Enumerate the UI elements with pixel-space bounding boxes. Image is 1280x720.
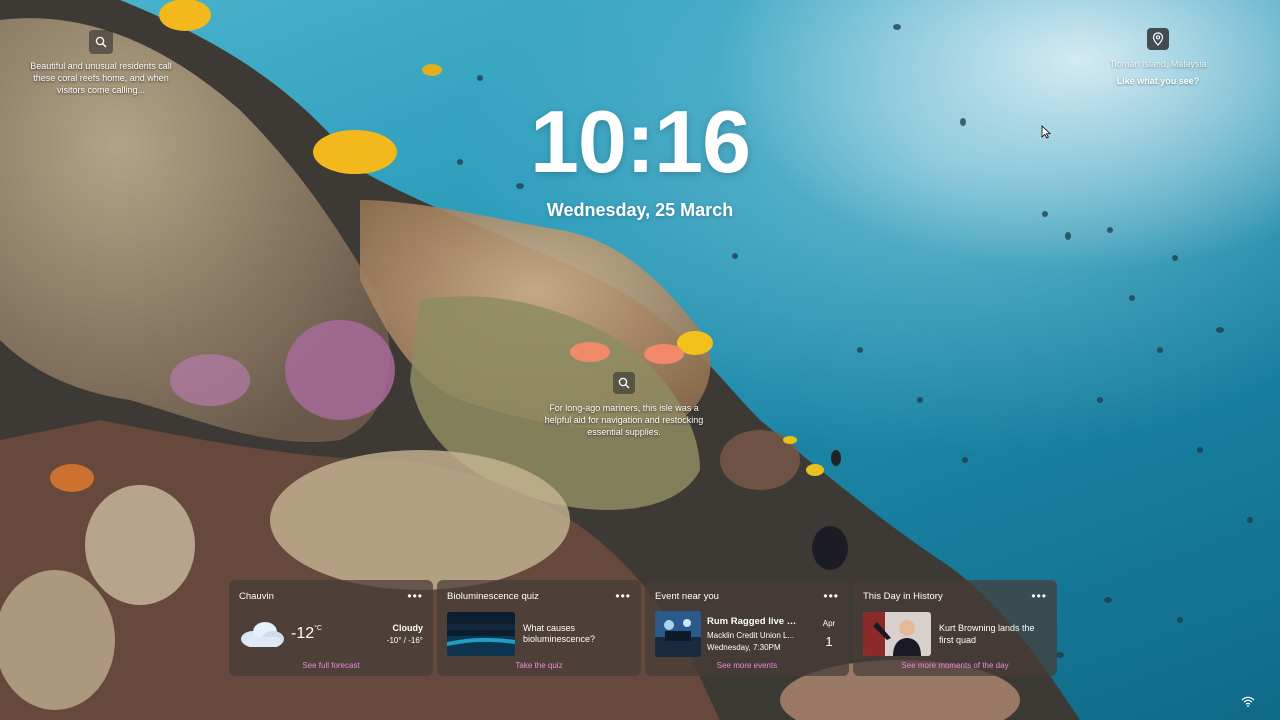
event-month: Apr bbox=[822, 619, 836, 628]
event-date: Apr 1 bbox=[819, 619, 839, 649]
mouse-cursor-icon bbox=[1041, 125, 1051, 139]
temperature-range: -10° / -16° bbox=[386, 636, 423, 645]
history-title: This Day in History bbox=[863, 590, 943, 602]
more-options-button[interactable]: ••• bbox=[615, 590, 631, 602]
like-what-you-see-link[interactable]: Like what you see? bbox=[1096, 76, 1220, 86]
history-thumbnail bbox=[863, 612, 931, 656]
weather-location: Chauvin bbox=[239, 590, 274, 602]
clock-date: Wednesday, 25 March bbox=[546, 200, 734, 220]
weather-temperature: -12°C bbox=[291, 625, 322, 643]
event-time: Wednesday, 7:30PM bbox=[707, 643, 781, 652]
wallpaper-location: Tioman Island, Malaysia Like what you se… bbox=[1096, 28, 1220, 86]
clock-time: 10:16 bbox=[529, 92, 751, 191]
event-thumbnail bbox=[655, 611, 701, 657]
search-icon bbox=[618, 377, 630, 389]
condition-label: Cloudy bbox=[392, 623, 424, 633]
quiz-title: Bioluminescence quiz bbox=[447, 590, 539, 602]
spotlight-info-center: For long-ago mariners, this isle was a h… bbox=[536, 372, 712, 438]
weather-condition: Cloudy -10° / -16° bbox=[387, 623, 423, 645]
quiz-thumbnail bbox=[447, 612, 515, 656]
temperature-unit: °C bbox=[314, 625, 322, 632]
cloud-icon bbox=[241, 622, 284, 647]
search-icon bbox=[95, 36, 107, 48]
quiz-question: What causes bioluminescence? bbox=[523, 623, 596, 644]
event-widget-title: Event near you bbox=[655, 590, 719, 602]
more-options-button[interactable]: ••• bbox=[1031, 590, 1047, 602]
event-info: Rum Ragged live a... Macklin Credit Unio… bbox=[707, 616, 799, 652]
event-venue: Macklin Credit Union L... bbox=[707, 631, 795, 640]
search-button-center[interactable] bbox=[613, 372, 635, 394]
more-options-button[interactable]: ••• bbox=[823, 590, 839, 602]
event-widget[interactable]: Event near you ••• Rum Ragged live a... … bbox=[645, 580, 849, 676]
location-name: Tioman Island, Malaysia bbox=[1109, 59, 1207, 69]
wallpaper-caption: Beautiful and unusual residents call the… bbox=[30, 61, 172, 95]
weather-widget[interactable]: Chauvin ••• -12°C Cloudy -10° / -16° See… bbox=[229, 580, 433, 676]
lock-screen-clock: 10:16 Wednesday, 25 March bbox=[440, 92, 840, 221]
see-more-moments-link[interactable]: See more moments of the day bbox=[853, 661, 1057, 670]
widget-board: Chauvin ••• -12°C Cloudy -10° / -16° See… bbox=[229, 580, 1057, 676]
quiz-widget[interactable]: Bioluminescence quiz ••• What causes bio… bbox=[437, 580, 641, 676]
see-more-events-link[interactable]: See more events bbox=[645, 661, 849, 670]
location-pin-icon bbox=[1152, 32, 1164, 46]
history-headline: Kurt Browning lands the first quad bbox=[939, 623, 1035, 645]
temperature-value: -12 bbox=[291, 625, 315, 642]
spotlight-info-topleft: Beautiful and unusual residents call the… bbox=[20, 30, 182, 96]
event-name: Rum Ragged live a... bbox=[707, 616, 799, 627]
search-button[interactable] bbox=[89, 30, 113, 54]
event-day: 1 bbox=[825, 634, 833, 649]
location-button[interactable] bbox=[1147, 28, 1169, 50]
take-the-quiz-link[interactable]: Take the quiz bbox=[437, 661, 641, 670]
history-widget[interactable]: This Day in History ••• Kurt Browning la… bbox=[853, 580, 1057, 676]
hotspot-caption: For long-ago mariners, this isle was a h… bbox=[544, 403, 704, 437]
more-options-button[interactable]: ••• bbox=[407, 590, 423, 602]
wifi-icon[interactable] bbox=[1241, 696, 1255, 707]
see-full-forecast-link[interactable]: See full forecast bbox=[229, 661, 433, 670]
